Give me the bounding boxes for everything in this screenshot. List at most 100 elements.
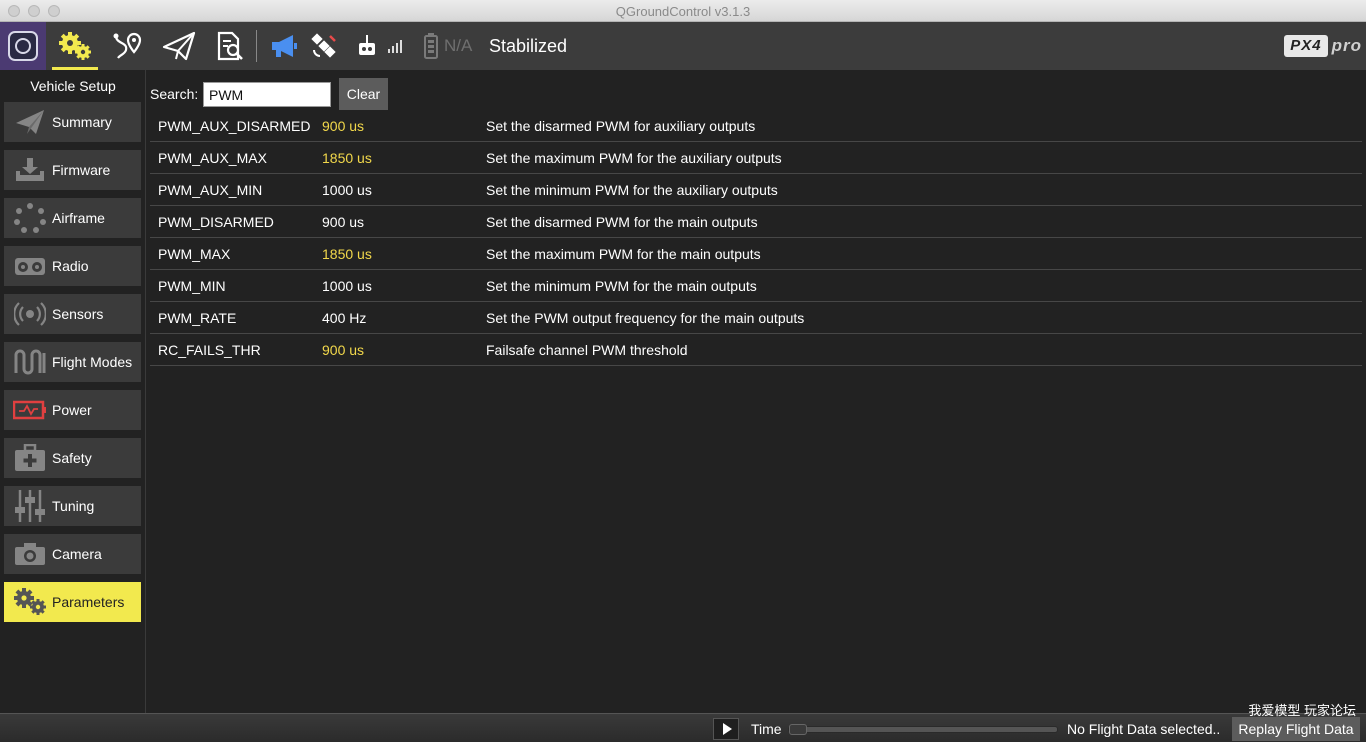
sidebar-item-label: Firmware [52, 162, 111, 178]
parameters-panel: Search: Clear PWM_AUX_DISARMED 900 us Se… [146, 70, 1366, 713]
sidebar-item-label: Radio [52, 258, 89, 274]
battery-indicator[interactable] [420, 22, 442, 70]
gps-status-button[interactable] [306, 22, 342, 70]
replay-flight-data-button[interactable]: Replay Flight Data [1232, 717, 1360, 741]
parameter-value: 900 us [322, 342, 365, 358]
parameter-value: 1850 us [322, 150, 372, 166]
clear-button[interactable]: Clear [339, 78, 388, 110]
route-pin-icon [113, 32, 142, 59]
parameter-description: Set the disarmed PWM for auxiliary outpu… [486, 118, 756, 134]
battery-icon [13, 400, 46, 420]
toolbar-separator [256, 30, 257, 62]
sidebar-item-label: Camera [52, 546, 102, 562]
vehicle-setup-sidebar: Vehicle Setup Summary Firmware Airframe … [0, 70, 146, 713]
airframe-icon [14, 203, 46, 233]
sensors-icon [14, 302, 46, 326]
parameter-row[interactable]: PWM_AUX_MAX 1850 us Set the maximum PWM … [150, 142, 1362, 174]
radio-icon [15, 258, 45, 275]
parameter-row[interactable]: RC_FAILS_THR 900 us Failsafe channel PWM… [150, 334, 1362, 366]
sidebar-item-label: Airframe [52, 210, 105, 226]
sidebar-item-label: Sensors [52, 306, 104, 322]
parameter-name: PWM_MAX [158, 246, 231, 262]
parameter-description: Set the disarmed PWM for the main output… [486, 214, 758, 230]
download-icon [16, 158, 44, 181]
parameter-list: PWM_AUX_DISARMED 900 us Set the disarmed… [150, 110, 1362, 366]
rc-transmitter-icon [359, 35, 375, 55]
parameter-name: PWM_RATE [158, 310, 237, 326]
parameter-description: Failsafe channel PWM threshold [486, 342, 688, 358]
sidebar-item-firmware[interactable]: Firmware [4, 150, 141, 190]
sidebar-item-radio[interactable]: Radio [4, 246, 141, 286]
sidebar-item-camera[interactable]: Camera [4, 534, 141, 574]
flight-data-status: No Flight Data selected.. [1067, 721, 1221, 737]
document-search-icon [217, 31, 243, 61]
parameter-name: RC_FAILS_THR [158, 342, 261, 358]
parameter-description: Set the minimum PWM for the auxiliary ou… [486, 182, 778, 198]
vehicle-setup-button[interactable] [52, 22, 98, 70]
sidebar-item-label: Summary [52, 114, 112, 130]
parameter-description: Set the maximum PWM for the auxiliary ou… [486, 150, 782, 166]
search-input[interactable] [203, 82, 331, 107]
parameter-row[interactable]: PWM_AUX_DISARMED 900 us Set the disarmed… [150, 110, 1362, 142]
sidebar-item-tuning[interactable]: Tuning [4, 486, 141, 526]
parameter-value: 900 us [322, 118, 365, 134]
sidebar-item-summary[interactable]: Summary [4, 102, 141, 142]
parameter-name: PWM_DISARMED [158, 214, 274, 230]
window-titlebar: QGroundControl v3.1.3 [0, 0, 1366, 22]
main-toolbar: N/A Stabilized [0, 22, 1366, 70]
sidebar-header: Vehicle Setup [30, 78, 116, 94]
flight-mode-selector[interactable]: Stabilized [489, 22, 567, 70]
parameter-row[interactable]: PWM_RATE 400 Hz Set the PWM output frequ… [150, 302, 1362, 334]
parameter-row[interactable]: PWM_MIN 1000 us Set the minimum PWM for … [150, 270, 1362, 302]
time-slider-handle[interactable] [789, 724, 807, 735]
parameter-row[interactable]: PWM_AUX_MIN 1000 us Set the minimum PWM … [150, 174, 1362, 206]
play-button[interactable] [713, 718, 739, 740]
rc-signal-indicator [386, 22, 404, 70]
parameter-name: PWM_AUX_MAX [158, 150, 267, 166]
sidebar-item-flight-modes[interactable]: Flight Modes [4, 342, 141, 382]
camera-icon [15, 543, 45, 565]
parameter-name: PWM_AUX_DISARMED [158, 118, 311, 134]
battery-text: N/A [444, 36, 473, 55]
rc-rssi-button[interactable] [354, 22, 380, 70]
sidebar-item-power[interactable]: Power [4, 390, 141, 430]
analyze-view-button[interactable] [206, 22, 252, 70]
window-title: QGroundControl v3.1.3 [615, 4, 751, 19]
megaphone-icon [272, 35, 297, 57]
satellite-icon [311, 33, 336, 58]
parameter-value: 1000 us [322, 182, 372, 198]
parameter-value: 1850 us [322, 246, 372, 262]
sliders-icon [15, 490, 45, 522]
parameter-value: 900 us [322, 214, 365, 230]
flight-modes-icon [14, 349, 46, 375]
parameter-row[interactable]: PWM_MAX 1850 us Set the maximum PWM for … [150, 238, 1362, 270]
sidebar-item-parameters[interactable]: Parameters [4, 582, 141, 622]
sidebar-item-label: Parameters [52, 594, 125, 610]
plan-view-button[interactable] [104, 22, 150, 70]
qgc-logo-icon [8, 31, 38, 61]
parameter-description: Set the PWM output frequency for the mai… [486, 310, 805, 326]
messages-button[interactable] [266, 22, 302, 70]
gears-icon [59, 32, 91, 60]
fly-view-button[interactable] [156, 22, 202, 70]
gears-icon [14, 588, 46, 615]
parameter-description: Set the maximum PWM for the main outputs [486, 246, 761, 262]
parameter-value: 400 Hz [322, 310, 367, 326]
qgc-logo-button[interactable] [0, 22, 46, 70]
play-icon [722, 723, 732, 735]
sidebar-item-safety[interactable]: Safety [4, 438, 141, 478]
sidebar-item-airframe[interactable]: Airframe [4, 198, 141, 238]
sidebar-item-sensors[interactable]: Sensors [4, 294, 141, 334]
px4-pro-logo: PX4 pro [1284, 34, 1362, 58]
sidebar-item-label: Safety [52, 450, 92, 466]
signal-bars-icon [388, 40, 402, 53]
replay-bar: Time No Flight Data selected.. Replay Fl… [0, 713, 1366, 742]
time-slider[interactable] [788, 724, 1058, 735]
sidebar-item-label: Tuning [52, 498, 95, 514]
watermark-text: 我爱模型 玩家论坛 [1248, 703, 1356, 718]
parameter-row[interactable]: PWM_DISARMED 900 us Set the disarmed PWM… [150, 206, 1362, 238]
paper-plane-icon [16, 110, 44, 134]
search-label: Search: [150, 86, 199, 102]
sidebar-item-label: Flight Modes [52, 354, 133, 370]
first-aid-icon [15, 444, 45, 471]
